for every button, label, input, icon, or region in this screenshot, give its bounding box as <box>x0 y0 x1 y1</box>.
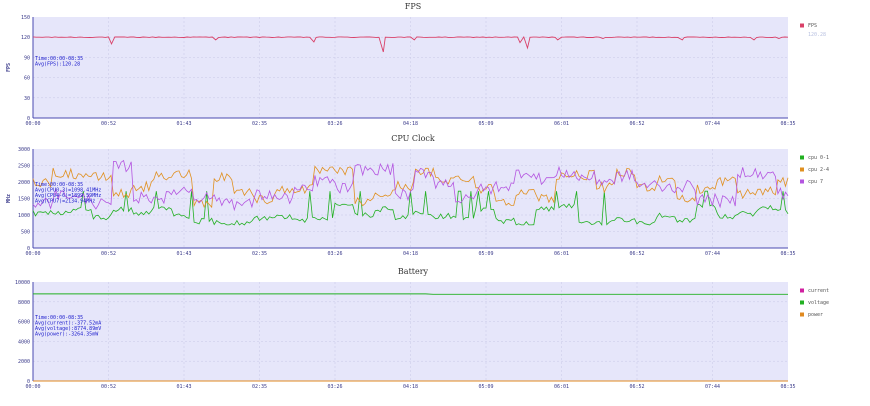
y-tick-label: 3000 <box>18 147 30 153</box>
legend-secondary-value: 120.28 <box>808 32 826 38</box>
y-tick-label: 1500 <box>18 197 30 203</box>
x-tick-label: 08:35 <box>780 121 795 127</box>
y-tick-label: 8000 <box>18 300 30 306</box>
x-tick-label: 06:01 <box>554 121 569 127</box>
legend-label: cpu 2-4 <box>808 167 829 173</box>
chart-title: Battery <box>398 267 429 276</box>
y-tick-label: 6000 <box>18 320 30 326</box>
battery-chart: Battery020004000600080001000000:0000:520… <box>15 267 829 390</box>
x-tick-label: 02:35 <box>252 121 267 127</box>
x-tick-label: 02:35 <box>252 251 267 257</box>
y-tick-label: 150 <box>21 15 30 21</box>
x-tick-label: 01:43 <box>176 384 191 390</box>
legend-swatch <box>800 156 804 160</box>
x-tick-label: 00:00 <box>25 251 40 257</box>
legend-swatch <box>800 24 804 28</box>
x-tick-label: 00:00 <box>25 384 40 390</box>
legend-label: FPS <box>808 23 817 29</box>
y-tick-label: 60 <box>24 76 30 82</box>
legend-label: cpu 0-1 <box>808 155 829 161</box>
x-tick-label: 04:18 <box>403 384 418 390</box>
y-tick-label: 30 <box>24 96 30 102</box>
legend-swatch <box>800 313 804 317</box>
x-tick-label: 08:35 <box>780 251 795 257</box>
y-tick-label: 120 <box>21 35 30 41</box>
y-tick-label: 2000 <box>18 359 30 365</box>
x-tick-label: 00:52 <box>101 251 116 257</box>
legend-swatch <box>800 180 804 184</box>
legend-swatch <box>800 301 804 305</box>
y-tick-label: 90 <box>24 55 30 61</box>
x-tick-label: 04:18 <box>403 121 418 127</box>
x-tick-label: 06:52 <box>629 121 644 127</box>
x-tick-label: 06:52 <box>629 251 644 257</box>
y-tick-label: 4000 <box>18 339 30 345</box>
chart-title: FPS <box>405 2 421 11</box>
chart-title: CPU Clock <box>391 134 435 143</box>
y-tick-label: 2500 <box>18 164 30 170</box>
performance-report: FPS030609012015000:0000:5201:4302:3503:2… <box>0 0 870 402</box>
x-tick-label: 07:44 <box>705 251 720 257</box>
legend-swatch <box>800 168 804 172</box>
y-tick-label: 10000 <box>15 280 30 286</box>
x-tick-label: 07:44 <box>705 384 720 390</box>
legend-label: cpu 7 <box>808 179 823 185</box>
x-tick-label: 00:52 <box>101 384 116 390</box>
x-tick-label: 07:44 <box>705 121 720 127</box>
legend-label: voltage <box>808 300 829 306</box>
x-tick-label: 00:00 <box>25 121 40 127</box>
cpu-clock-chart: CPU Clock05001000150020002500300000:0000… <box>6 134 829 257</box>
x-tick-label: 01:43 <box>176 121 191 127</box>
y-axis-label: FPS <box>6 63 12 72</box>
stats-text: Avg(FPS):120.28 <box>35 62 80 68</box>
y-axis-label: MHz <box>6 194 12 203</box>
x-tick-label: 06:52 <box>629 384 644 390</box>
legend-label: current <box>808 288 829 294</box>
y-tick-label: 2000 <box>18 180 30 186</box>
x-tick-label: 03:26 <box>327 251 342 257</box>
x-tick-label: 08:35 <box>780 384 795 390</box>
y-tick-label: 500 <box>21 230 30 236</box>
x-tick-label: 06:01 <box>554 251 569 257</box>
x-tick-label: 01:43 <box>176 251 191 257</box>
x-tick-label: 05:09 <box>478 384 493 390</box>
x-tick-label: 05:09 <box>478 251 493 257</box>
legend-swatch <box>800 289 804 293</box>
y-tick-label: 1000 <box>18 213 30 219</box>
x-tick-label: 03:26 <box>327 121 342 127</box>
stats-text: Avg(power):-3264.35mW <box>35 332 99 338</box>
x-tick-label: 00:52 <box>101 121 116 127</box>
x-tick-label: 05:09 <box>478 121 493 127</box>
fps-chart: FPS030609012015000:0000:5201:4302:3503:2… <box>6 2 826 127</box>
x-tick-label: 03:26 <box>327 384 342 390</box>
legend-label: power <box>808 312 823 318</box>
x-tick-label: 06:01 <box>554 384 569 390</box>
x-tick-label: 02:35 <box>252 384 267 390</box>
x-tick-label: 04:18 <box>403 251 418 257</box>
stats-text: Avg(CPU7)=2134.94MHz <box>35 199 95 205</box>
charts-svg: FPS030609012015000:0000:5201:4302:3503:2… <box>0 0 870 402</box>
